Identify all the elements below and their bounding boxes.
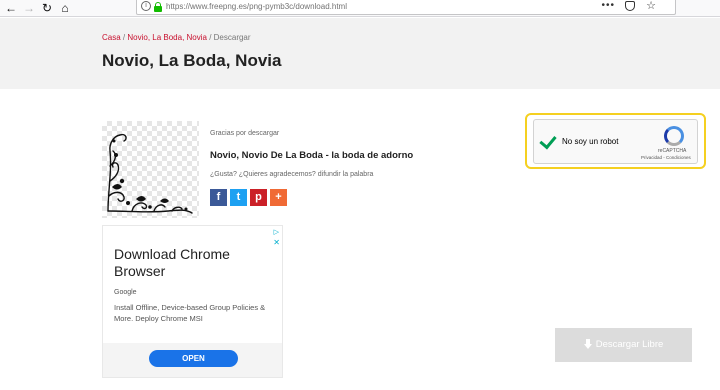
thanks-text: Gracias por descargar — [210, 130, 280, 137]
info-icon[interactable]: i — [141, 1, 151, 11]
download-button[interactable]: Descargar Libre — [555, 328, 692, 362]
lock-icon — [154, 2, 162, 12]
breadcrumb-category-link[interactable]: Novio, La Boda, Novia — [127, 33, 207, 42]
twitter-share-icon[interactable]: t — [230, 189, 247, 206]
ad-description: Install Offline, Device-based Group Poli… — [114, 303, 266, 323]
breadcrumb-home-link[interactable]: Casa — [102, 33, 121, 42]
forward-icon[interactable]: → — [22, 1, 36, 15]
ad-source: Google — [114, 289, 137, 296]
download-label: Descargar Libre — [595, 339, 664, 350]
recaptcha-widget[interactable]: No soy un robot reCAPTCHA Privacidad - C… — [533, 119, 698, 164]
recaptcha-logo-icon — [664, 126, 684, 146]
pinterest-share-icon[interactable]: p — [250, 189, 267, 206]
recaptcha-label[interactable]: No soy un robot — [562, 137, 618, 146]
pocket-icon[interactable] — [625, 1, 635, 11]
item-title: Novio, Novio De La Boda - la boda de ado… — [210, 150, 414, 161]
ornament-thumbnail[interactable] — [102, 121, 199, 218]
recaptcha-brand: reCAPTCHA — [658, 148, 687, 154]
page-actions-menu-icon[interactable]: ••• — [601, 0, 615, 12]
more-share-icon[interactable]: + — [270, 189, 287, 206]
recaptcha-terms-link[interactable]: Privacidad - Condiciones — [641, 155, 691, 160]
ad-close-icon[interactable]: ✕ — [273, 238, 280, 247]
ad-footer: OPEN — [103, 343, 282, 377]
checkmark-icon[interactable] — [541, 132, 557, 148]
bookmark-star-icon[interactable]: ☆ — [646, 0, 656, 13]
page-title: Novio, La Boda, Novia — [102, 51, 282, 70]
url-bar[interactable]: i https://www.freepng.es/png-pymb3c/down… — [136, 0, 676, 15]
breadcrumb-current: Descargar — [213, 33, 251, 42]
back-icon[interactable]: ← — [4, 1, 18, 15]
facebook-share-icon[interactable]: f — [210, 189, 227, 206]
home-icon[interactable]: ⌂ — [58, 1, 72, 15]
url-text[interactable]: https://www.freepng.es/png-pymb3c/downlo… — [166, 1, 347, 13]
ad-headline[interactable]: Download Chrome Browser — [114, 246, 264, 280]
reload-icon[interactable]: ↻ — [40, 1, 54, 15]
breadcrumb-separator: / — [206, 33, 214, 42]
adchoices-icon[interactable]: ▷ — [274, 228, 279, 236]
page-header: Casa / Novio, La Boda, Novia / Descargar… — [0, 18, 720, 89]
advertisement[interactable]: ▷ ✕ Download Chrome Browser Google Insta… — [102, 225, 283, 378]
browser-toolbar: ← → ↻ ⌂ i https://www.freepng.es/png-pym… — [0, 0, 720, 17]
breadcrumb: Casa / Novio, La Boda, Novia / Descargar — [102, 33, 251, 42]
ad-open-button[interactable]: OPEN — [149, 350, 238, 367]
download-icon — [583, 339, 592, 350]
share-prompt: ¿Gusta? ¿Quieres agradecemos? difundir l… — [210, 171, 374, 178]
ornament-image — [107, 133, 193, 214]
